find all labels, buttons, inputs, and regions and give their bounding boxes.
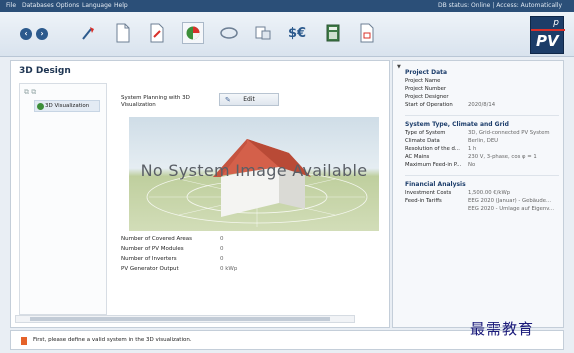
edit-document-icon[interactable] — [146, 22, 168, 44]
info-key: Resolution of the d... — [405, 146, 460, 152]
app-window: File Databases Options Language Help DB … — [0, 0, 574, 353]
currency-icon[interactable]: $€ — [286, 22, 308, 44]
info-value: 230 V, 3-phase, cos φ = 1 — [468, 154, 537, 160]
project-summary-panel: ▼ Project Data Project Name Project Numb… — [392, 60, 564, 328]
calculator-icon[interactable] — [322, 22, 344, 44]
app-logo: p PV — [530, 16, 565, 54]
info-row: EEG 2020 - Umlage auf Eigenv... — [405, 206, 563, 214]
logo-stripe — [531, 29, 565, 31]
new-project-icon[interactable] — [112, 22, 134, 44]
back-arrow-icon[interactable]: ‹ — [20, 28, 32, 40]
info-row: Feed-in Tariffs EEG 2020 (Januar) - Gebäu… — [405, 198, 563, 206]
tree-item-3d-visualization[interactable]: 3D Visualization — [34, 100, 100, 112]
collapse-icon[interactable]: ▼ — [397, 64, 401, 70]
watermark: 最需教育 — [470, 320, 535, 338]
divider — [405, 175, 559, 176]
stat-value: 0 kWp — [220, 266, 238, 272]
tree-tools-icon[interactable]: ⧉ ⧉ — [24, 88, 36, 97]
message-text: First, please define a valid system in t… — [33, 337, 192, 343]
info-key: Investment Costs — [405, 190, 452, 196]
database-icon[interactable] — [252, 22, 274, 44]
tree-item-label: 3D Visualization — [45, 103, 90, 109]
info-key: Project Name — [405, 78, 441, 84]
edit-button[interactable]: ✎ Edit — [219, 93, 279, 106]
report-icon[interactable] — [356, 22, 378, 44]
page-title: 3D Design — [19, 66, 71, 76]
stat-label: PV Generator Output — [121, 266, 179, 272]
stat-row: Number of Covered Areas 0 — [121, 236, 321, 246]
info-row: Project Name — [405, 78, 563, 86]
menu-databases[interactable]: Databases — [22, 2, 54, 9]
system-stats: Number of Covered Areas 0 Number of PV Mo… — [121, 236, 321, 276]
info-row: Maximum Feed-in P... No — [405, 162, 563, 170]
globe-icon — [37, 103, 44, 110]
stat-row: Number of PV Modules 0 — [121, 246, 321, 256]
db-status: DB status: Online | Access: Automaticall… — [438, 2, 562, 9]
main-panel: 3D Design ⧉ ⧉ 3D Visualization System Pl… — [10, 60, 390, 328]
edit-label: Edit — [243, 96, 255, 103]
info-row: Start of Operation 2020/8/14 — [405, 102, 563, 110]
stat-label: Number of PV Modules — [121, 246, 184, 252]
stat-row: PV Generator Output 0 kWp — [121, 266, 321, 276]
info-row: Project Designer — [405, 94, 563, 102]
toolbar: ‹ › $€ p PV — [0, 12, 574, 57]
scrollbar-thumb[interactable] — [30, 317, 330, 321]
info-value: 2020/8/14 — [468, 102, 496, 108]
info-value: No — [468, 162, 476, 168]
menu-bar: File Databases Options Language Help DB … — [0, 0, 574, 12]
info-row: AC Mains 230 V, 3-phase, cos φ = 1 — [405, 154, 563, 162]
logo-p: p — [553, 18, 559, 28]
info-row: Type of System 3D, Grid-connected PV Syst… — [405, 130, 563, 138]
section-financial-analysis: Financial Analysis — [405, 181, 466, 188]
info-row: Investment Costs 1,500.00 €/kWp — [405, 190, 563, 198]
info-value: 1 h — [468, 146, 477, 152]
info-row: Resolution of the d... 1 h — [405, 146, 563, 154]
forward-arrow-icon[interactable]: › — [36, 28, 48, 40]
warning-icon — [21, 337, 27, 345]
stat-value: 0 — [220, 236, 224, 242]
info-row: Climate Data Berlin, DEU — [405, 138, 563, 146]
stat-label: Number of Covered Areas — [121, 236, 193, 242]
shading-icon[interactable] — [218, 22, 240, 44]
wizard-icon[interactable] — [78, 22, 100, 44]
stat-row: Number of Inverters 0 — [121, 256, 321, 266]
info-key: Climate Data — [405, 138, 440, 144]
divider — [405, 115, 559, 116]
system-image-placeholder: No System Image Available — [129, 117, 379, 231]
3d-design-icon[interactable] — [182, 22, 204, 44]
info-value: 3D, Grid-connected PV System — [468, 130, 550, 136]
menu-help[interactable]: Help — [114, 2, 128, 9]
stat-value: 0 — [220, 256, 224, 262]
stat-label: Number of Inverters — [121, 256, 177, 262]
section-system-type: System Type, Climate and Grid — [405, 121, 509, 128]
menu-options[interactable]: Options — [56, 2, 79, 9]
info-value: Berlin, DEU — [468, 138, 499, 144]
menu-language[interactable]: Language — [82, 2, 112, 9]
info-value: 1,500.00 €/kWp — [468, 190, 511, 196]
system-planning-label: System Planning with 3D Visualization — [121, 95, 190, 108]
info-key: Type of System — [405, 130, 446, 136]
stat-value: 0 — [220, 246, 224, 252]
no-image-text: No System Image Available — [140, 161, 368, 180]
menu-file[interactable]: File — [6, 2, 16, 9]
pencil-icon: ✎ — [225, 96, 231, 104]
info-key: Project Number — [405, 86, 447, 92]
info-key: AC Mains — [405, 154, 430, 160]
section-project-data: Project Data — [405, 69, 448, 76]
info-value: EEG 2020 (Januar) - Gebäude... — [468, 198, 552, 204]
logo-text: PV — [536, 32, 559, 50]
horizontal-scrollbar[interactable] — [15, 315, 355, 323]
info-key: Start of Operation — [405, 102, 453, 108]
info-value: EEG 2020 - Umlage auf Eigenv... — [468, 206, 555, 212]
info-key: Feed-in Tariffs — [405, 198, 442, 204]
tree-view: ⧉ ⧉ 3D Visualization — [19, 83, 107, 315]
info-key: Project Designer — [405, 94, 449, 100]
info-row: Project Number — [405, 86, 563, 94]
info-key: Maximum Feed-in P... — [405, 162, 462, 168]
